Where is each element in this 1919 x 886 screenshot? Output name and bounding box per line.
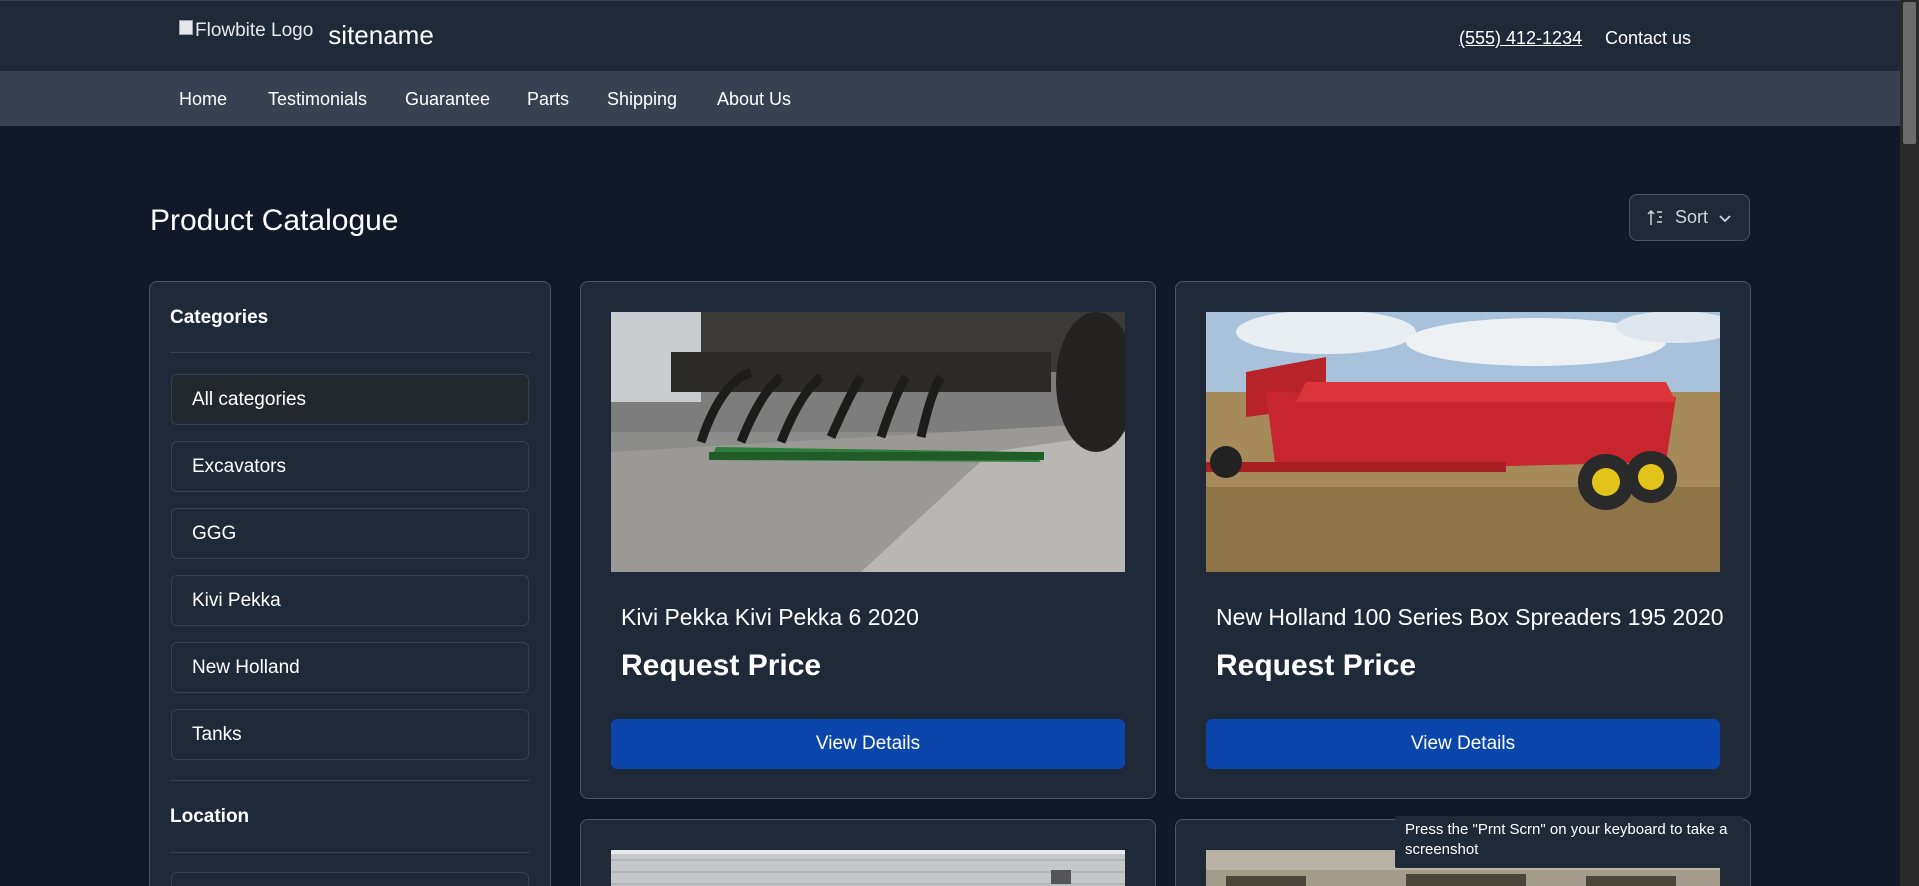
view-details-button[interactable]: View Details <box>611 719 1125 769</box>
categories-heading: Categories <box>170 307 269 328</box>
contact-us-link[interactable]: Contact us <box>1605 28 1691 49</box>
nav-item-guarantee[interactable]: Guarantee <box>405 89 490 110</box>
product-title[interactable]: Kivi Pekka Kivi Pekka 6 2020 <box>621 604 919 631</box>
scrollbar-thumb[interactable] <box>1903 2 1916 144</box>
category-ggg[interactable]: GGG <box>171 508 529 559</box>
main-nav: Home Testimonials Guarantee Parts Shippi… <box>0 71 1900 126</box>
product-card: Kivi Pekka Kivi Pekka 6 2020 Request Pri… <box>580 281 1156 799</box>
product-image[interactable] <box>611 312 1125 572</box>
sort-icon <box>1647 209 1662 225</box>
product-image[interactable] <box>1206 312 1720 572</box>
nav-item-home[interactable]: Home <box>179 89 227 110</box>
nav-item-about-us[interactable]: About Us <box>717 89 791 110</box>
top-header: Flowbite Logo sitename (555) 412-1234 Co… <box>0 0 1900 71</box>
divider <box>170 780 530 781</box>
logo-alt-text: Flowbite Logo <box>195 19 314 41</box>
sort-button[interactable]: Sort <box>1629 194 1750 241</box>
page-title: Product Catalogue <box>150 204 399 237</box>
category-new-holland[interactable]: New Holland <box>171 642 529 693</box>
site-logo[interactable]: Flowbite Logo <box>179 20 313 42</box>
category-kivi-pekka[interactable]: Kivi Pekka <box>171 575 529 626</box>
product-image[interactable] <box>611 850 1125 886</box>
product-title[interactable]: New Holland 100 Series Box Spreaders 195… <box>1216 604 1724 631</box>
filter-sidebar: Categories All categories Excavators GGG… <box>149 281 551 886</box>
view-details-button[interactable]: View Details <box>1206 719 1720 769</box>
divider <box>170 352 530 353</box>
nav-item-shipping[interactable]: Shipping <box>607 89 677 110</box>
category-tanks[interactable]: Tanks <box>171 709 529 760</box>
location-option[interactable] <box>171 872 529 886</box>
site-name[interactable]: sitename <box>328 20 434 51</box>
product-card <box>580 819 1156 886</box>
nav-item-parts[interactable]: Parts <box>527 89 569 110</box>
nav-item-testimonials[interactable]: Testimonials <box>268 89 367 110</box>
sort-label: Sort <box>1674 207 1708 227</box>
screenshot-tooltip: Press the "Prnt Scrn" on your keyboard t… <box>1395 816 1743 868</box>
product-card: New Holland 100 Series Box Spreaders 195… <box>1175 281 1751 799</box>
phone-link[interactable]: (555) 412-1234 <box>1459 28 1582 49</box>
broken-image-icon <box>179 20 193 35</box>
logo-area[interactable]: Flowbite Logo sitename <box>179 15 434 50</box>
product-price: Request Price <box>621 649 822 682</box>
category-excavators[interactable]: Excavators <box>171 441 529 492</box>
category-all[interactable]: All categories <box>171 374 529 425</box>
chevron-down-icon <box>1719 214 1731 222</box>
location-heading: Location <box>170 806 250 827</box>
page-scrollbar[interactable] <box>1900 0 1919 886</box>
product-price: Request Price <box>1216 649 1417 682</box>
divider <box>170 852 530 853</box>
